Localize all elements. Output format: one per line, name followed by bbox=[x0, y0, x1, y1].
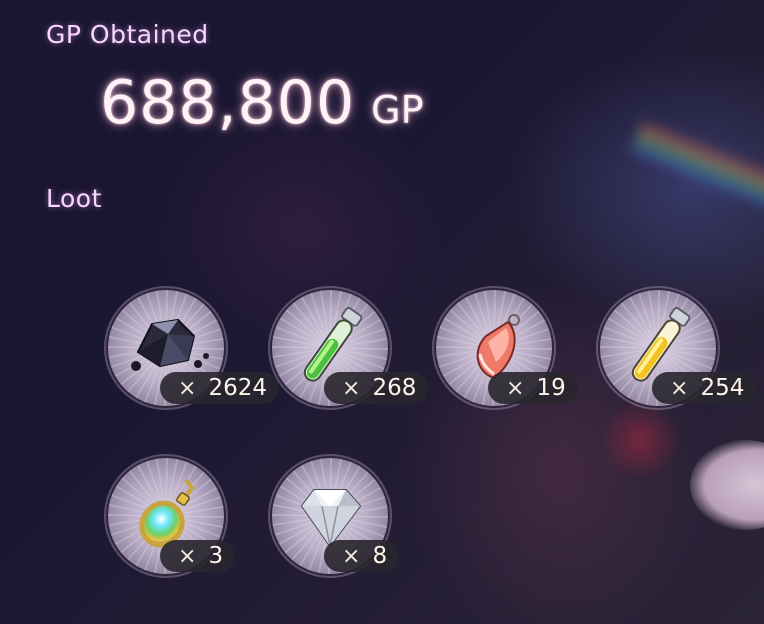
gp-value: 688,800 bbox=[100, 68, 356, 138]
loot-item-yellow-potion[interactable]: × 254 bbox=[600, 290, 760, 420]
multiply-sign: × bbox=[342, 543, 361, 569]
item-count: 19 bbox=[536, 375, 566, 401]
multiply-sign: × bbox=[178, 543, 197, 569]
loot-item-dark-ore[interactable]: × 2624 bbox=[108, 290, 279, 420]
item-count-badge: × 2624 bbox=[160, 372, 279, 404]
loot-item-rainbow-pendant[interactable]: × 3 bbox=[108, 458, 268, 588]
item-count: 268 bbox=[372, 375, 417, 401]
background-character-hand bbox=[690, 440, 764, 530]
item-count-badge: × 3 bbox=[160, 540, 236, 572]
item-count: 254 bbox=[700, 375, 745, 401]
item-count-badge: × 19 bbox=[488, 372, 578, 404]
loot-item-green-potion[interactable]: × 268 bbox=[272, 290, 432, 420]
item-count: 2624 bbox=[208, 375, 267, 401]
multiply-sign: × bbox=[506, 375, 525, 401]
loot-item-red-crystal[interactable]: × 19 bbox=[436, 290, 596, 420]
multiply-sign: × bbox=[342, 375, 361, 401]
item-count-badge: × 254 bbox=[652, 372, 757, 404]
loot-item-diamond[interactable]: × 8 bbox=[272, 458, 432, 588]
item-count-badge: × 268 bbox=[324, 372, 429, 404]
item-count: 8 bbox=[372, 543, 388, 569]
gp-unit: GP bbox=[371, 88, 424, 132]
background-rainbow-light bbox=[629, 117, 764, 223]
multiply-sign: × bbox=[670, 375, 689, 401]
gp-amount: 688,800 GP bbox=[100, 68, 424, 138]
multiply-sign: × bbox=[178, 375, 197, 401]
gp-obtained-label: GP Obtained bbox=[46, 20, 209, 49]
item-count-badge: × 8 bbox=[324, 540, 400, 572]
item-count: 3 bbox=[208, 543, 224, 569]
loot-label: Loot bbox=[46, 184, 102, 213]
